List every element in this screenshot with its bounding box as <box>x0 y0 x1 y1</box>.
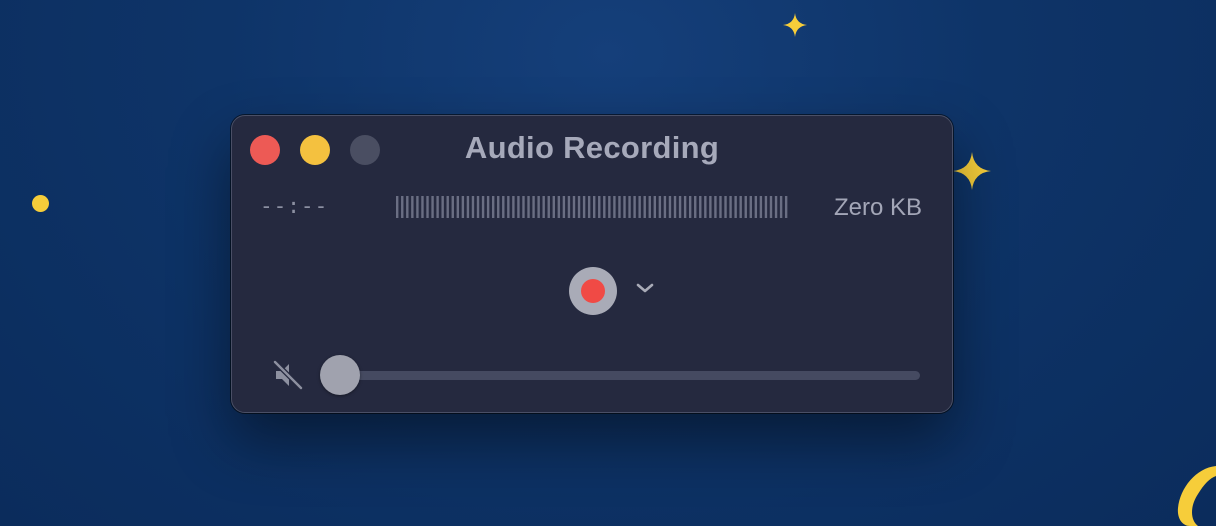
meter-tick <box>466 196 470 218</box>
meter-tick <box>396 196 399 218</box>
meter-tick <box>461 196 465 218</box>
meter-tick <box>486 196 490 218</box>
meter-tick <box>476 196 480 218</box>
meter-tick <box>441 196 444 218</box>
meter-tick <box>754 196 758 218</box>
decorative-swoosh <box>1177 466 1216 526</box>
meter-tick <box>491 196 495 218</box>
meter-tick <box>643 196 646 218</box>
meter-tick <box>416 196 419 218</box>
meter-tick <box>724 196 727 218</box>
sparkle-star-icon <box>953 152 991 190</box>
record-button[interactable] <box>569 267 617 315</box>
meter-tick <box>729 196 732 218</box>
meter-tick <box>709 196 712 218</box>
meter-tick <box>572 196 576 218</box>
meter-tick <box>532 196 535 218</box>
meter-tick <box>552 196 555 218</box>
meter-tick <box>673 196 677 218</box>
meter-tick <box>658 196 662 218</box>
meter-tick <box>451 196 454 218</box>
meter-tick <box>456 196 460 218</box>
meter-tick <box>557 196 561 218</box>
meter-tick <box>497 196 500 218</box>
meter-tick <box>719 196 722 218</box>
meter-tick <box>406 196 409 218</box>
meter-tick <box>683 196 687 218</box>
elapsed-time: --:-- <box>260 194 329 218</box>
meter-tick <box>633 196 636 218</box>
meter-tick <box>481 196 485 218</box>
meter-tick <box>678 196 682 218</box>
meter-tick <box>426 196 429 218</box>
meter-tick <box>688 196 692 218</box>
meter-tick <box>542 196 545 218</box>
meter-tick <box>471 196 475 218</box>
meter-tick <box>759 196 763 218</box>
meter-tick <box>784 196 788 218</box>
meter-tick <box>431 196 434 218</box>
meter-tick <box>577 196 581 218</box>
meter-tick <box>436 196 439 218</box>
meter-tick <box>704 196 707 218</box>
window-title: Audio Recording <box>464 130 720 165</box>
meter-tick <box>507 196 510 218</box>
meter-tick <box>663 196 667 218</box>
meter-tick <box>668 196 672 218</box>
decorative-dot <box>32 195 49 212</box>
meter-tick <box>744 196 747 218</box>
meter-tick <box>749 196 752 218</box>
meter-tick <box>608 196 611 218</box>
meter-tick <box>623 196 626 218</box>
volume-slider-track[interactable] <box>332 371 920 380</box>
chevron-down-icon[interactable] <box>635 281 655 295</box>
meter-tick <box>587 196 591 218</box>
meter-tick <box>582 196 586 218</box>
meter-tick <box>779 196 783 218</box>
record-icon <box>581 279 605 303</box>
meter-tick <box>603 196 606 218</box>
meter-tick <box>714 196 717 218</box>
meter-tick <box>653 196 657 218</box>
meter-tick <box>638 196 641 218</box>
meter-tick <box>734 196 737 218</box>
meter-tick <box>739 196 742 218</box>
volume-slider-knob[interactable] <box>320 355 360 395</box>
meter-tick <box>562 196 566 218</box>
file-size: Zero KB <box>833 194 922 221</box>
meter-tick <box>628 196 631 218</box>
meter-tick <box>517 196 520 218</box>
audio-level-meter <box>396 196 788 218</box>
meter-tick <box>764 196 768 218</box>
speaker-muted-icon[interactable] <box>272 359 304 391</box>
meter-tick <box>567 196 571 218</box>
audio-recording-window: Audio Recording --:-- Zero KB <box>231 115 953 413</box>
meter-tick <box>774 196 778 218</box>
sparkle-star-icon <box>783 13 807 37</box>
meter-tick <box>527 196 530 218</box>
meter-tick <box>618 196 621 218</box>
meter-tick <box>547 196 550 218</box>
meter-tick <box>522 196 525 218</box>
meter-tick <box>769 196 773 218</box>
meter-tick <box>699 196 702 218</box>
meter-tick <box>537 196 540 218</box>
meter-tick <box>613 196 616 218</box>
meter-tick <box>648 196 651 218</box>
meter-tick <box>694 196 697 218</box>
meter-tick <box>598 196 601 218</box>
meter-tick <box>512 196 515 218</box>
meter-tick <box>421 196 424 218</box>
meter-tick <box>593 196 596 218</box>
meter-tick <box>411 196 414 218</box>
meter-tick <box>446 196 449 218</box>
meter-tick <box>502 196 505 218</box>
meter-tick <box>401 196 404 218</box>
